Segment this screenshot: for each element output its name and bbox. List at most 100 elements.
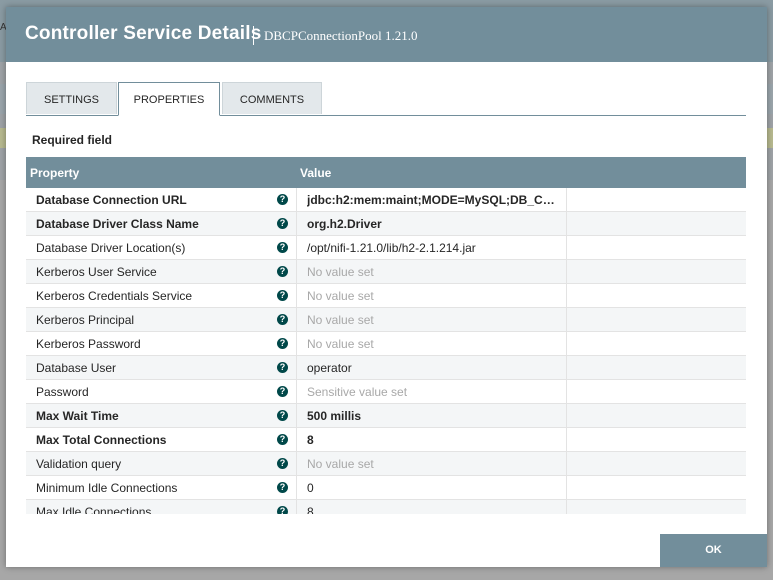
property-name: Kerberos Principal (36, 313, 135, 327)
column-divider (296, 188, 297, 212)
dialog-header: Controller Service Details DBCPConnectio… (6, 7, 767, 62)
column-divider (296, 212, 297, 236)
column-divider (566, 188, 567, 212)
property-value[interactable]: No value set (307, 265, 562, 279)
property-value[interactable]: Sensitive value set (307, 385, 562, 399)
property-name: Database Driver Location(s) (36, 241, 186, 255)
column-divider (296, 236, 297, 260)
property-value[interactable]: 8 (307, 505, 562, 514)
column-divider (296, 500, 297, 514)
table-row[interactable]: Kerberos Credentials Service? No value se… (26, 284, 746, 308)
property-value[interactable]: 500 millis (307, 409, 562, 423)
column-divider (296, 356, 297, 380)
column-divider (566, 308, 567, 332)
property-name: Database Connection URL (36, 193, 187, 207)
column-divider (566, 476, 567, 500)
table-row[interactable]: Kerberos User Service? No value set (26, 260, 746, 284)
help-icon[interactable]: ? (277, 362, 288, 373)
column-divider (296, 260, 297, 284)
column-divider (296, 428, 297, 452)
column-divider (296, 332, 297, 356)
column-divider (566, 284, 567, 308)
column-divider (566, 428, 567, 452)
table-body: Database Connection URL? jdbc:h2:mem:main… (26, 188, 746, 514)
property-name: Kerberos Credentials Service (36, 289, 193, 303)
property-name: Validation query (36, 457, 122, 471)
table-row[interactable]: Kerberos Principal? No value set (26, 308, 746, 332)
required-field-label: Required field (32, 133, 113, 147)
column-divider (566, 236, 567, 260)
help-icon[interactable]: ? (277, 386, 288, 397)
property-value[interactable]: No value set (307, 289, 562, 303)
column-header-property[interactable]: Property (30, 166, 79, 180)
column-divider (566, 380, 567, 404)
table-row[interactable]: Validation query? No value set (26, 452, 746, 476)
column-divider (566, 500, 567, 514)
table-row[interactable]: Minimum Idle Connections? 0 (26, 476, 746, 500)
table-row[interactable]: Kerberos Password? No value set (26, 332, 746, 356)
column-divider (566, 212, 567, 236)
tab-settings[interactable]: SETTINGS (26, 82, 117, 114)
help-icon[interactable]: ? (277, 218, 288, 229)
property-value[interactable]: 0 (307, 481, 562, 495)
help-icon[interactable]: ? (277, 314, 288, 325)
help-icon[interactable]: ? (277, 506, 288, 514)
property-name: Database Driver Class Name (36, 217, 199, 231)
dialog-title: Controller Service Details (25, 23, 262, 44)
dialog-subtitle: DBCPConnectionPool 1.21.0 (264, 28, 418, 43)
title-separator (253, 26, 254, 45)
help-icon[interactable]: ? (277, 434, 288, 445)
table-row[interactable]: Max Idle Connections? 8 (26, 500, 746, 514)
property-value[interactable]: No value set (307, 337, 562, 351)
table-row[interactable]: Database Driver Class Name? org.h2.Driver (26, 212, 746, 236)
column-divider (566, 452, 567, 476)
help-icon[interactable]: ? (277, 266, 288, 277)
property-name: Max Wait Time (36, 409, 119, 423)
help-icon[interactable]: ? (277, 242, 288, 253)
property-name: Password (36, 385, 89, 399)
column-divider (566, 404, 567, 428)
property-value[interactable]: No value set (307, 313, 562, 327)
property-value[interactable]: org.h2.Driver (307, 217, 562, 231)
help-icon[interactable]: ? (277, 338, 288, 349)
table-row[interactable]: Max Total Connections? 8 (26, 428, 746, 452)
tab-properties[interactable]: PROPERTIES (118, 82, 220, 116)
property-name: Database User (36, 361, 117, 375)
property-value[interactable]: jdbc:h2:mem:maint;MODE=MySQL;DB_CLOSE_DE… (307, 193, 562, 207)
column-divider (296, 380, 297, 404)
table-row[interactable]: Password? Sensitive value set (26, 380, 746, 404)
property-value[interactable]: No value set (307, 457, 562, 471)
help-icon[interactable]: ? (277, 194, 288, 205)
property-value[interactable]: 8 (307, 433, 562, 447)
ok-button[interactable]: OK (660, 534, 767, 567)
table-row[interactable]: Database User? operator (26, 356, 746, 380)
controller-service-dialog: Controller Service Details DBCPConnectio… (6, 7, 767, 567)
help-icon[interactable]: ? (277, 482, 288, 493)
property-name: Max Idle Connections (36, 505, 152, 514)
column-divider (566, 356, 567, 380)
help-icon[interactable]: ? (277, 410, 288, 421)
table-row[interactable]: Database Connection URL? jdbc:h2:mem:main… (26, 188, 746, 212)
property-value[interactable]: operator (307, 361, 562, 375)
property-name: Max Total Connections (36, 433, 167, 447)
column-divider (296, 404, 297, 428)
table-row[interactable]: Database Driver Location(s)? /opt/nifi-1.… (26, 236, 746, 260)
table-header: Property Value (26, 157, 746, 188)
column-divider (296, 284, 297, 308)
column-header-value[interactable]: Value (300, 166, 331, 180)
property-name: Kerberos Password (36, 337, 141, 351)
column-divider (566, 332, 567, 356)
property-name: Minimum Idle Connections (36, 481, 178, 495)
properties-table: Property Value Database Connection URL? j… (26, 157, 746, 514)
column-divider (566, 260, 567, 284)
property-value[interactable]: /opt/nifi-1.21.0/lib/h2-2.1.214.jar (307, 241, 562, 255)
column-divider (296, 476, 297, 500)
column-divider (296, 308, 297, 332)
property-name: Kerberos User Service (36, 265, 157, 279)
tab-comments[interactable]: COMMENTS (222, 82, 322, 114)
help-icon[interactable]: ? (277, 290, 288, 301)
help-icon[interactable]: ? (277, 458, 288, 469)
table-row[interactable]: Max Wait Time? 500 millis (26, 404, 746, 428)
tab-bar: SETTINGS PROPERTIES COMMENTS (26, 82, 746, 116)
column-divider (296, 452, 297, 476)
